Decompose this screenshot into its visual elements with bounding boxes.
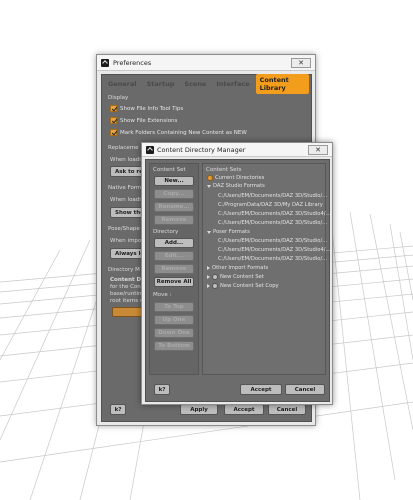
directory-text-4: root items o bbox=[110, 298, 144, 304]
directory-text-2: for the Con bbox=[110, 284, 141, 290]
checkbox-label: Show File Extensions bbox=[120, 117, 178, 124]
apply-button[interactable]: Apply bbox=[180, 404, 218, 415]
cdm-titlebar[interactable]: Content Directory Manager ✕ bbox=[142, 143, 332, 157]
tab-interface[interactable]: Interface bbox=[212, 78, 253, 90]
cancel-button[interactable]: Cancel bbox=[268, 404, 306, 415]
tree-item-directory[interactable]: C:/Users/EM/Documents/DAZ 3D/Studio/... bbox=[218, 256, 327, 262]
radio-selected-icon[interactable] bbox=[207, 175, 213, 181]
tree-item-label: Other Import Formats bbox=[212, 265, 269, 271]
checkbox-checked-icon[interactable] bbox=[110, 105, 117, 112]
rename-set-button[interactable]: Rename... bbox=[154, 202, 194, 212]
tree-item-current-directories[interactable]: Current Directories bbox=[207, 175, 264, 181]
accept-button[interactable]: Accept bbox=[224, 404, 264, 415]
tree-item-label: C:/Users/EM/Documents/DAZ 3D/Studio/... bbox=[218, 220, 328, 226]
checkbox-mark-new-folders[interactable]: Mark Folders Containing New Content as N… bbox=[110, 129, 247, 136]
tree-item-directory[interactable]: C:/Users/EM/Documents/DAZ 3D/Studio/... bbox=[218, 220, 327, 226]
tree-item-label: DAZ Studio Formats bbox=[213, 183, 265, 189]
remove-set-button[interactable]: Remove bbox=[154, 215, 194, 225]
tab-content-library[interactable]: Content Library bbox=[255, 74, 309, 94]
directory-text-1: Content Di bbox=[110, 277, 143, 283]
preferences-titlebar[interactable]: Preferences ✕ bbox=[97, 55, 315, 71]
content-sets-tree: Content Sets Current Directories DAZ Stu… bbox=[202, 163, 330, 375]
move-label: Move : bbox=[153, 292, 172, 298]
tree-item-label: Current Directories bbox=[215, 175, 265, 181]
checkbox-label: Mark Folders Containing New Content as N… bbox=[120, 129, 247, 136]
native-formats-section-label: Native Form bbox=[108, 185, 142, 191]
pose-shape-section-label: Pose/Shape bbox=[108, 226, 140, 232]
checkbox-label: Show File Info Tool Tips bbox=[120, 105, 184, 112]
tab-startup[interactable]: Startup bbox=[143, 78, 179, 90]
tab-general[interactable]: General bbox=[104, 78, 141, 90]
cdm-button-column: Content Set New... Copy... Rename... Rem… bbox=[149, 163, 199, 375]
tree-item-label: C:/Users/EM/Documents/DAZ 3D/Studio/... bbox=[218, 238, 328, 244]
tree-item-label: C:/Users/EM/Documents/DAZ 3D/Studio/... bbox=[218, 256, 328, 262]
radio-unselected-icon[interactable] bbox=[212, 274, 218, 280]
directory-label: Directory bbox=[153, 229, 179, 235]
tree-item-new-content-set[interactable]: New Content Set bbox=[207, 274, 264, 280]
tree-item-label: New Content Set bbox=[220, 274, 264, 280]
content-set-label: Content Set bbox=[153, 167, 186, 173]
tree-item-directory[interactable]: C:/Users/EM/Documents/DAZ 3D/Studio/... bbox=[218, 238, 327, 244]
close-icon[interactable]: ✕ bbox=[291, 58, 311, 68]
when-loading-label-2: When loadin bbox=[110, 197, 145, 203]
cdm-body: Content Set New... Copy... Rename... Rem… bbox=[145, 159, 330, 402]
move-to-bottom-button[interactable]: To Bottom bbox=[154, 341, 194, 351]
expand-arrow-icon[interactable] bbox=[207, 230, 211, 234]
remove-all-button[interactable]: Remove All bbox=[154, 277, 194, 287]
checkbox-checked-icon[interactable] bbox=[110, 129, 117, 136]
tree-item-directory[interactable]: C:/Users/EM/Documents/DAZ 3D/Studio4/... bbox=[218, 211, 330, 217]
content-sets-label: Content Sets bbox=[206, 167, 242, 173]
tree-item-new-content-set-copy[interactable]: New Content Set Copy bbox=[207, 283, 279, 289]
checkbox-show-file-extensions[interactable]: Show File Extensions bbox=[110, 117, 177, 124]
tree-item-directory[interactable]: C:/Users/EM/Documents/DAZ 3D/Studio4/... bbox=[218, 247, 330, 253]
collapse-arrow-icon[interactable] bbox=[207, 266, 210, 270]
checkbox-checked-icon[interactable] bbox=[110, 117, 117, 124]
new-set-button[interactable]: New... bbox=[154, 176, 194, 186]
cdm-accept-button[interactable]: Accept bbox=[240, 384, 282, 395]
tree-item-other-import-formats[interactable]: Other Import Formats bbox=[207, 265, 268, 271]
tree-item-label: C:/Users/EM/Documents/DAZ 3D/Studio/... bbox=[218, 193, 328, 199]
preferences-title: Preferences bbox=[113, 59, 152, 67]
content-directory-manager-window: Content Directory Manager ✕ Content Set … bbox=[141, 142, 333, 405]
checkbox-show-file-info[interactable]: Show File Info Tool Tips bbox=[110, 105, 183, 112]
preferences-tabs: General Startup Scene Interface Content … bbox=[104, 74, 309, 94]
move-to-top-button[interactable]: To Top bbox=[154, 302, 194, 312]
collapse-arrow-icon[interactable] bbox=[207, 275, 210, 279]
collapse-arrow-icon[interactable] bbox=[207, 284, 210, 288]
close-icon[interactable]: ✕ bbox=[308, 145, 328, 155]
move-down-one-button[interactable]: Down One bbox=[154, 328, 194, 338]
tree-item-directory[interactable]: C:/ProgramData/DAZ 3D/My DAZ Library bbox=[218, 202, 323, 208]
cdm-help-button[interactable]: k? bbox=[154, 384, 170, 395]
tree-item-daz-studio-formats[interactable]: DAZ Studio Formats bbox=[207, 183, 265, 189]
cdm-title: Content Directory Manager bbox=[157, 146, 246, 154]
tree-item-label: Poser Formats bbox=[213, 229, 250, 235]
tree-item-poser-formats[interactable]: Poser Formats bbox=[207, 229, 250, 235]
directory-text-3: base/runtim bbox=[110, 291, 144, 297]
when-importing-label: When impor bbox=[110, 238, 144, 244]
tree-item-label: C:/ProgramData/DAZ 3D/My DAZ Library bbox=[218, 202, 323, 208]
replacement-section-label: Replaceme bbox=[108, 145, 139, 151]
tree-item-label: C:/Users/EM/Documents/DAZ 3D/Studio4/... bbox=[218, 247, 331, 253]
display-section-label: Display bbox=[108, 95, 129, 101]
radio-unselected-icon[interactable] bbox=[212, 283, 218, 289]
tree-item-label: C:/Users/EM/Documents/DAZ 3D/Studio4/... bbox=[218, 211, 331, 217]
daz-app-icon bbox=[146, 146, 154, 154]
tree-item-label: New Content Set Copy bbox=[220, 283, 279, 289]
remove-directory-button[interactable]: Remove bbox=[154, 264, 194, 274]
cdm-cancel-button[interactable]: Cancel bbox=[285, 384, 325, 395]
tab-scene[interactable]: Scene bbox=[180, 78, 210, 90]
when-loading-label: When loadin bbox=[110, 157, 145, 163]
copy-set-button[interactable]: Copy... bbox=[154, 189, 194, 199]
add-directory-button[interactable]: Add... bbox=[154, 238, 194, 248]
help-button[interactable]: k? bbox=[110, 404, 126, 415]
expand-arrow-icon[interactable] bbox=[207, 184, 211, 188]
edit-directory-button[interactable]: Edit... bbox=[154, 251, 194, 261]
move-up-one-button[interactable]: Up One bbox=[154, 315, 194, 325]
directory-manager-section-label: Directory M bbox=[108, 267, 140, 273]
daz-app-icon bbox=[101, 59, 109, 67]
tree-item-directory[interactable]: C:/Users/EM/Documents/DAZ 3D/Studio/... bbox=[218, 193, 327, 199]
